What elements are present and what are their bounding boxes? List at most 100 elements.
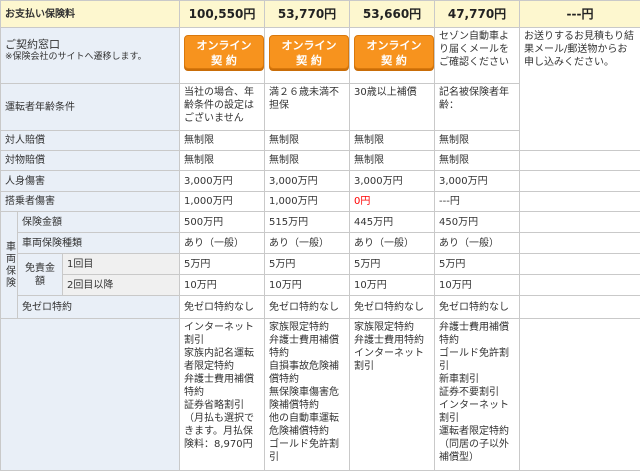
discount-item: 弁護士費用補償特約 — [184, 374, 255, 398]
passenger-value-1: 1,000万円 — [179, 191, 266, 212]
discount-item: ゴールド免許割引 — [439, 348, 510, 372]
premium-row: お支払い保険料 100,550円 53,770円 53,660円 47,770円… — [0, 0, 640, 28]
empty-cell — [519, 150, 640, 171]
bodily-label: 対人賠償 — [0, 130, 181, 151]
vehicle-type-value-3: あり（一般） — [349, 232, 436, 254]
discount-item: インターネット割引 — [354, 348, 425, 372]
empty-cell — [519, 318, 640, 471]
discount-item: 家族限定特約 — [354, 322, 415, 333]
zero-special-row: 免ゼロ特約 免ゼロ特約なし 免ゼロ特約なし 免ゼロ特約なし 免ゼロ特約なし — [1, 295, 640, 319]
discount-item: （月払も選択できます。月払保険料：8,970円 — [184, 413, 255, 450]
driver-age-value-4: 記名被保険者年齢： — [434, 83, 521, 131]
insured-amount-value-1: 500万円 — [179, 211, 266, 233]
contract-cell-1: オンライン 契 約 — [179, 27, 266, 84]
passenger-label: 搭乗者傷害 — [0, 191, 181, 212]
online-contract-button-1[interactable]: オンライン 契 約 — [184, 35, 264, 69]
empty-cell — [519, 295, 640, 319]
driver-age-label: 運転者年齢条件 — [0, 83, 181, 131]
discount-item: 家族限定特約 — [269, 322, 330, 333]
property-value-3: 無制限 — [349, 150, 436, 171]
discount-item: ゴールド免許割引 — [269, 439, 340, 463]
online-contract-button-2[interactable]: オンライン 契 約 — [269, 35, 349, 69]
property-value-4: 無制限 — [434, 150, 521, 171]
personal-injury-label: 人身傷害 — [0, 170, 181, 192]
vehicle-type-value-1: あり（一般） — [179, 232, 266, 254]
empty-cell — [519, 232, 640, 254]
driver-age-value-1: 当社の場合、年齢条件の設定はございません — [179, 83, 266, 131]
personal-injury-value-2: 3,000万円 — [264, 170, 351, 192]
online-button-line2: 契 約 — [381, 54, 407, 67]
discounts-row: インターネット割引 家族内記名運転者限定特約 弁護士費用補償特約 証券省略割引 … — [0, 318, 640, 471]
online-button-line1: オンライン — [196, 39, 252, 52]
personal-injury-value-1: 3,000万円 — [179, 170, 266, 192]
empty-cell — [519, 191, 640, 212]
online-button-line1: オンライン — [281, 39, 337, 52]
zero-special-value-3: 免ゼロ特約なし — [349, 295, 436, 319]
driver-age-value-3: 30歳以上補償 — [349, 83, 436, 131]
second-time-value-4: 10万円 — [434, 274, 521, 296]
premium-label: お支払い保険料 — [0, 0, 181, 28]
contract-row: ご契約窓口 ※保険会社のサイトへ遷移します。 オンライン 契 約 オンライン 契… — [0, 27, 640, 151]
zero-special-value-1: 免ゼロ特約なし — [179, 295, 266, 319]
second-time-label: 2回目以降 — [61, 274, 181, 296]
online-contract-button-3[interactable]: オンライン 契 約 — [354, 35, 434, 69]
property-value-2: 無制限 — [264, 150, 351, 171]
discounts-label-cell — [0, 318, 181, 471]
second-time-row: 2回目以降 10万円 10万円 10万円 10万円 — [1, 274, 640, 296]
insured-amount-row: 車両保険 保険金額 500万円 515万円 445万円 450万円 — [0, 211, 640, 319]
discount-item: 無保険車傷害危険補償特約 — [269, 387, 340, 411]
insured-amount-value-4: 450万円 — [434, 211, 521, 233]
personal-injury-value-3: 3,000万円 — [349, 170, 436, 192]
zero-special-label: 免ゼロ特約 — [16, 295, 181, 319]
premium-value-3: 53,660円 — [349, 0, 436, 28]
discounts-col-3: 家族限定特約 弁護士費用特約 インターネット割引 — [349, 318, 436, 471]
second-time-value-1: 10万円 — [179, 274, 266, 296]
passenger-value-4: ---円 — [434, 191, 521, 212]
comparison-table: お支払い保険料 100,550円 53,770円 53,660円 47,770円… — [0, 0, 640, 471]
discount-item: 証券省略割引 — [184, 400, 245, 411]
passenger-value-3: 0円 — [349, 191, 436, 212]
online-button-line2: 契 約 — [211, 54, 237, 67]
property-label: 対物賠償 — [0, 150, 181, 171]
online-button-line1: オンライン — [366, 39, 422, 52]
empty-cell — [519, 253, 640, 275]
bodily-value-4: 無制限 — [434, 130, 521, 151]
insured-amount-value-2: 515万円 — [264, 211, 351, 233]
discount-item: 弁護士費用補償特約 — [439, 322, 510, 346]
contract-label: ご契約窓口 — [5, 38, 60, 51]
discount-item: 新車割引 — [439, 374, 480, 385]
zero-special-value-4: 免ゼロ特約なし — [434, 295, 521, 319]
discount-item: 弁護士費用補償特約 — [269, 335, 340, 359]
bodily-value-1: 無制限 — [179, 130, 266, 151]
premium-value-2: 53,770円 — [264, 0, 351, 28]
bodily-value-3: 無制限 — [349, 130, 436, 151]
contract-label-cell: ご契約窓口 ※保険会社のサイトへ遷移します。 — [0, 27, 181, 84]
premium-value-1: 100,550円 — [179, 0, 266, 28]
personal-injury-value-4: 3,000万円 — [434, 170, 521, 192]
empty-cell — [519, 274, 640, 296]
first-time-label: 1回目 — [61, 253, 181, 275]
discount-item: （同居の子以外補償型） — [439, 439, 510, 463]
vehicle-type-value-4: あり（一般） — [434, 232, 521, 254]
online-button-line2: 契 約 — [296, 54, 322, 67]
discount-item: 運転者限定特約 — [439, 426, 510, 437]
discount-item: 家族内記名運転者限定特約 — [184, 348, 255, 372]
first-time-value-1: 5万円 — [179, 253, 266, 275]
premium-value-4: 47,770円 — [434, 0, 521, 28]
deductible-label: 免責金額 — [17, 253, 63, 296]
property-row: 対物賠償 無制限 無制限 無制限 無制限 — [0, 150, 640, 171]
contract-cell-5: お送りするお見積もり結果メール/郵送物からお申し込みください。 — [519, 27, 640, 151]
driver-age-value-2: 満２６歳未満不担保 — [264, 83, 351, 131]
empty-cell — [519, 170, 640, 192]
vehicle-insurance-category: 車両保険 — [0, 211, 18, 319]
contract-cell-3: オンライン 契 約 — [349, 27, 436, 84]
premium-value-5: ---円 — [519, 0, 640, 28]
passenger-row: 搭乗者傷害 1,000万円 1,000万円 0円 ---円 — [0, 191, 640, 212]
vehicle-type-label: 車両保険種類 — [16, 232, 181, 254]
first-time-row: 免責金額 1回目 5万円 5万円 5万円 5万円 — [1, 253, 640, 296]
insured-amount-label: 保険金額 — [16, 211, 181, 233]
discount-item: インターネット割引 — [439, 400, 510, 424]
first-time-value-2: 5万円 — [264, 253, 351, 275]
contract-note: ※保険会社のサイトへ遷移します。 — [5, 52, 147, 62]
discount-item: 他の自動車運転危険補償特約 — [269, 413, 340, 437]
